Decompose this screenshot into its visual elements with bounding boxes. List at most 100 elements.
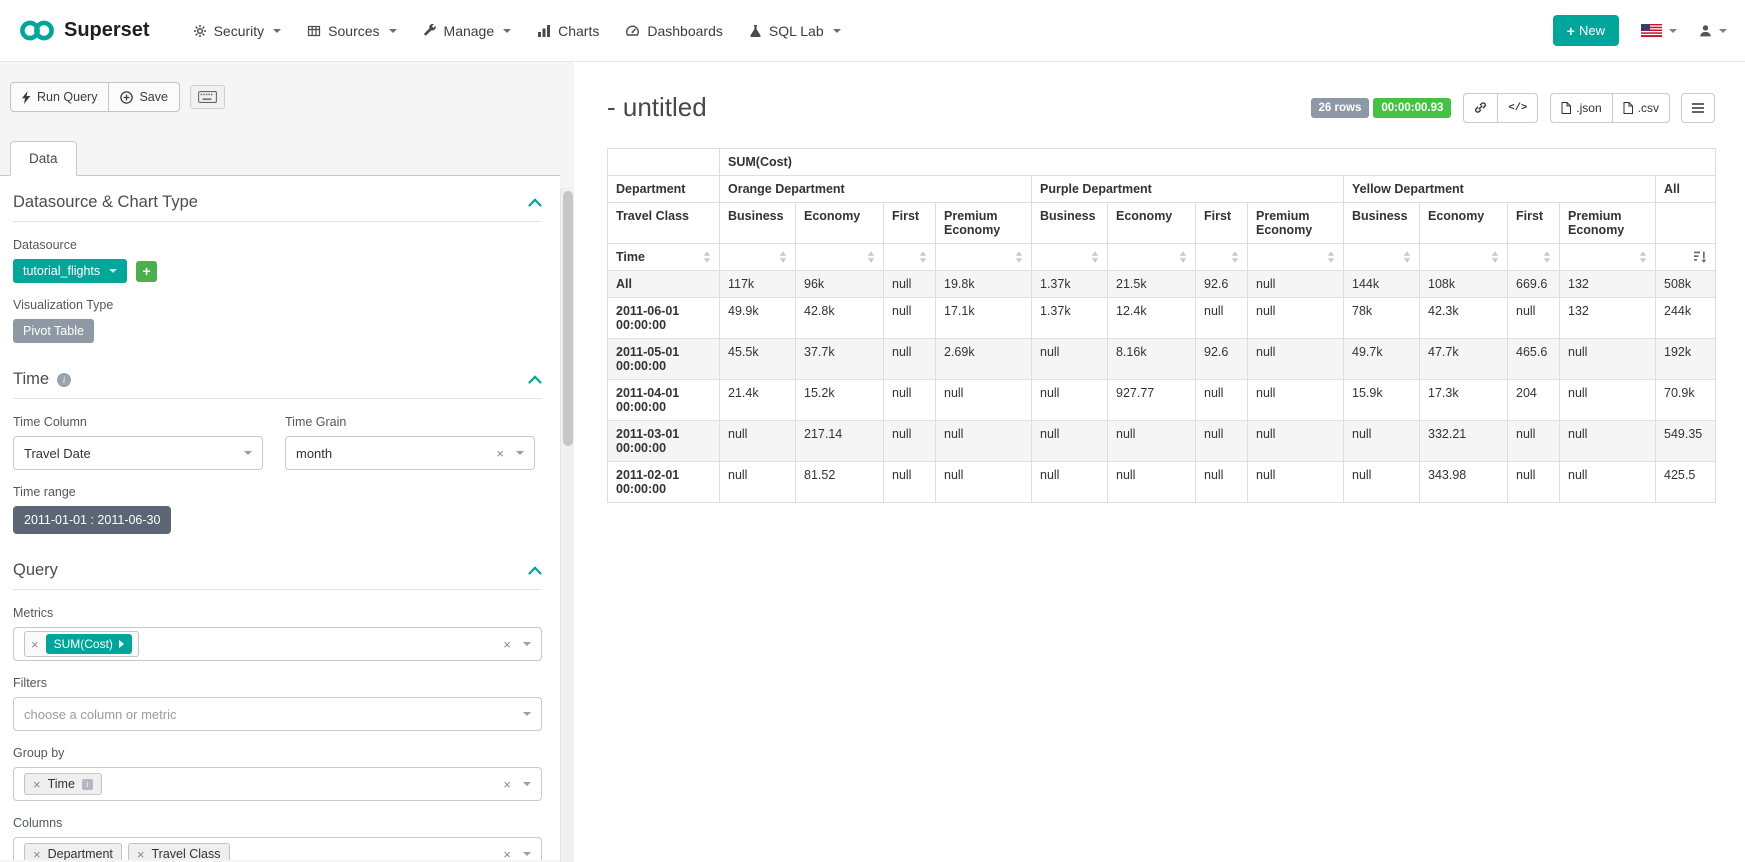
remove-icon[interactable]: × [33, 778, 41, 791]
metric-token[interactable]: × SUM(Cost) [24, 631, 139, 657]
embed-code-button[interactable]: </> [1497, 93, 1538, 123]
column-sort-header[interactable] [1196, 244, 1248, 271]
tab-data[interactable]: Data [10, 141, 77, 176]
filters-select[interactable]: choose a column or metric [13, 697, 542, 731]
navbar-right: + New [1553, 15, 1727, 46]
time-section-header[interactable]: Time i [13, 370, 542, 399]
value-cell: null [1032, 462, 1108, 503]
superset-infinity-icon [18, 19, 56, 42]
value-cell: null [1032, 421, 1108, 462]
value-cell: null [1108, 462, 1196, 503]
clear-icon[interactable]: × [503, 778, 511, 791]
export-csv-button[interactable]: .csv [1612, 93, 1670, 123]
sort-icon [1403, 251, 1411, 263]
column-token[interactable]: × Department [24, 843, 122, 860]
remove-icon[interactable]: × [33, 848, 41, 861]
travel-class-cell: First [1508, 203, 1560, 244]
viz-type-select[interactable]: Pivot Table [13, 319, 94, 343]
nav-charts[interactable]: Charts [524, 0, 612, 61]
new-button[interactable]: + New [1553, 15, 1619, 46]
value-cell: null [1248, 462, 1344, 503]
caret-down-icon [273, 29, 281, 33]
value-cell: null [1032, 380, 1108, 421]
sort-amount-icon [1694, 251, 1707, 263]
scrollbar-thumb[interactable] [563, 191, 573, 446]
nav-manage[interactable]: Manage [410, 0, 525, 61]
caret-down-icon [523, 782, 531, 786]
table-row: 2011-03-01 00:00:00null217.14nullnullnul… [608, 421, 1716, 462]
clear-icon[interactable]: × [503, 638, 511, 651]
time-column-select[interactable]: Travel Date [13, 436, 263, 470]
column-sort-header[interactable] [1108, 244, 1196, 271]
language-menu[interactable] [1641, 24, 1677, 37]
column-token[interactable]: × Travel Class [128, 843, 230, 860]
user-menu[interactable] [1699, 24, 1727, 37]
value-cell: 21.4k [720, 380, 796, 421]
column-token-label: Department [48, 847, 113, 860]
value-cell: 47.7k [1420, 339, 1508, 380]
explore-datasource-button[interactable]: + [136, 261, 157, 282]
chart-menu-button[interactable] [1681, 93, 1715, 123]
value-cell: null [1560, 339, 1656, 380]
remove-icon[interactable]: × [137, 848, 145, 861]
remove-icon[interactable]: × [31, 638, 39, 651]
datasource-select[interactable]: tutorial_flights [13, 259, 127, 283]
sort-icon [919, 251, 927, 263]
metrics-select[interactable]: × SUM(Cost) × [13, 627, 542, 661]
column-sort-header[interactable] [884, 244, 936, 271]
time-range-button[interactable]: 2011-01-01 : 2011-06-30 [13, 506, 171, 534]
table-row: 2011-02-01 00:00:00null81.52nullnullnull… [608, 462, 1716, 503]
datasource-label: Datasource [13, 238, 542, 252]
value-cell: 549.35 [1656, 421, 1716, 462]
all-sort-header[interactable] [1656, 244, 1716, 271]
value-cell: 465.6 [1508, 339, 1560, 380]
keyboard-shortcuts-button[interactable] [190, 85, 225, 109]
value-cell: null [1560, 380, 1656, 421]
value-cell: null [884, 421, 936, 462]
time-sort-header[interactable]: Time [608, 244, 720, 271]
groupby-token[interactable]: × Time i [24, 773, 102, 795]
nav-sql-lab[interactable]: SQL Lab [736, 0, 854, 61]
time-grain-select[interactable]: month × [285, 436, 535, 470]
query-section-header[interactable]: Query [13, 561, 542, 590]
nav-security[interactable]: Security [180, 0, 295, 61]
column-sort-header[interactable] [720, 244, 796, 271]
travel-class-cell: First [884, 203, 936, 244]
columns-select[interactable]: × Department × Travel Class × [13, 837, 542, 860]
value-cell: null [1508, 421, 1560, 462]
column-sort-header[interactable] [796, 244, 884, 271]
chart-panel: - untitled 26 rows 00:00:00.93 </> .json [574, 62, 1745, 862]
column-sort-header[interactable] [1560, 244, 1656, 271]
export-json-label: .json [1576, 101, 1601, 115]
column-sort-header[interactable] [1248, 244, 1344, 271]
link-icon [1474, 101, 1487, 114]
sort-icon [1639, 251, 1647, 263]
table-icon [307, 24, 321, 38]
plus-icon: + [1567, 24, 1575, 38]
groupby-select[interactable]: × Time i × [13, 767, 542, 801]
export-json-button[interactable]: .json [1550, 93, 1612, 123]
clear-icon[interactable]: × [503, 848, 511, 861]
run-query-button[interactable]: Run Query [10, 82, 109, 112]
clear-icon[interactable]: × [496, 447, 504, 460]
column-sort-header[interactable] [1032, 244, 1108, 271]
nav-sources[interactable]: Sources [294, 0, 409, 61]
column-sort-header[interactable] [1420, 244, 1508, 271]
department-group-cell: Yellow Department [1344, 176, 1656, 203]
save-button[interactable]: Save [108, 82, 180, 112]
metrics-control: Metrics × SUM(Cost) × [13, 606, 542, 661]
caret-down-icon [109, 269, 117, 273]
datasource-section-header[interactable]: Datasource & Chart Type [13, 193, 542, 222]
nav-dashboards[interactable]: Dashboards [612, 0, 736, 61]
column-sort-header[interactable] [1344, 244, 1420, 271]
caret-down-icon [503, 29, 511, 33]
superset-logo[interactable]: Superset [18, 19, 150, 42]
filters-label: Filters [13, 676, 542, 690]
panel-scrollbar[interactable] [560, 188, 574, 862]
column-sort-header[interactable] [936, 244, 1032, 271]
share-link-button[interactable] [1463, 93, 1498, 123]
value-cell: 12.4k [1108, 298, 1196, 339]
column-sort-header[interactable] [1508, 244, 1560, 271]
sort-icon [1327, 251, 1335, 263]
keyboard-icon [198, 91, 217, 103]
